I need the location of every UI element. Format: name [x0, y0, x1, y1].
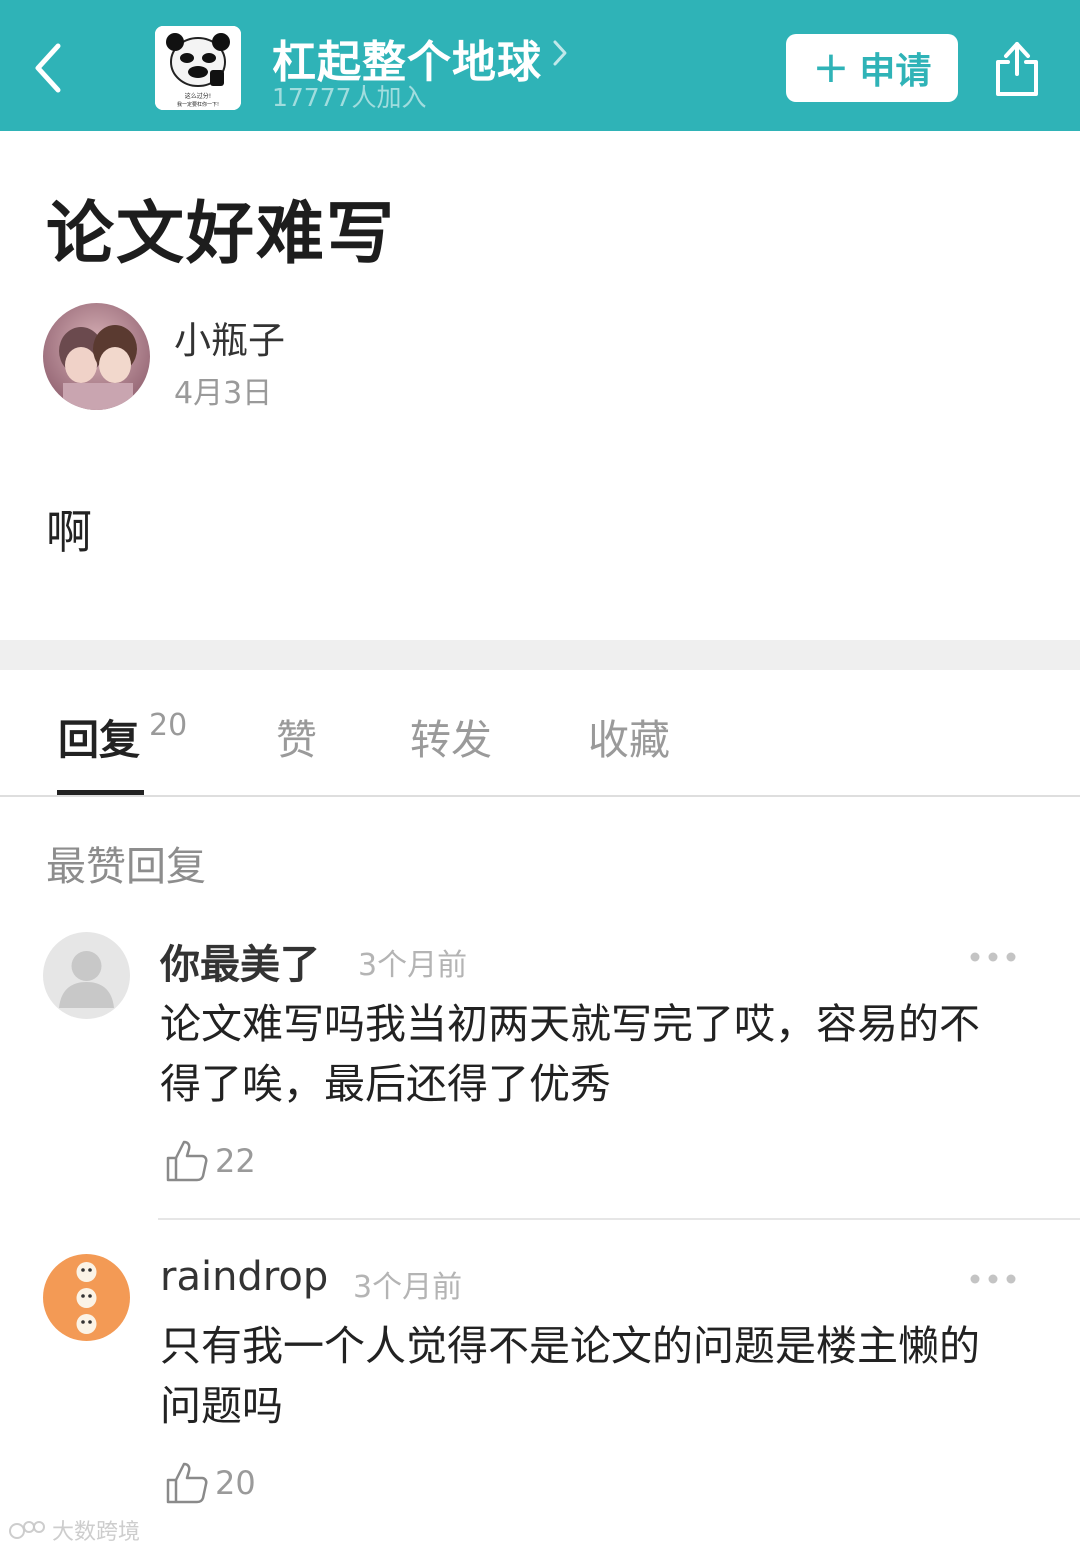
post-title: 论文好难写	[46, 195, 397, 274]
comment-text: 论文难写吗我当初两天就写完了哎，容易的不得了唉，最后还得了优秀	[160, 1000, 980, 1108]
svg-text:我一定要杠你一下!: 我一定要杠你一下!	[177, 101, 219, 108]
section-separator	[0, 640, 1080, 670]
comment-username[interactable]: raindrop	[160, 1254, 328, 1300]
comment-username[interactable]: 你最美了	[160, 932, 320, 990]
svg-text:这么过分!: 这么过分!	[185, 92, 211, 100]
author-avatar[interactable]	[43, 303, 150, 410]
share-icon[interactable]	[990, 34, 1044, 100]
reply-count-badge: 20	[149, 708, 188, 743]
tab-replies[interactable]: 回复	[58, 706, 140, 766]
more-dots-icon[interactable]	[968, 950, 1018, 964]
comment-divider	[158, 1218, 1080, 1220]
more-dots-icon[interactable]	[968, 1272, 1018, 1286]
group-avatar[interactable]: 这么过分! 我一定要杠你一下!	[155, 26, 241, 110]
watermark: 大数跨境	[8, 1514, 140, 1546]
watermark-logo-icon	[9, 1521, 45, 1539]
like-count: 22	[215, 1142, 256, 1180]
apply-button-label: 申请	[859, 51, 932, 92]
chick-avatar-image	[43, 1254, 130, 1341]
thumbs-up-icon[interactable]	[164, 1138, 210, 1184]
tab-reposts[interactable]: 转发	[410, 706, 492, 766]
watermark-text: 大数跨境	[52, 1520, 141, 1545]
author-avatar-image	[43, 303, 150, 410]
comment-avatar[interactable]	[43, 932, 130, 1019]
thumbs-up-icon[interactable]	[164, 1460, 210, 1506]
top-bar: 这么过分! 我一定要杠你一下! 杠起整个地球 17777人加入 + 申请	[0, 0, 1080, 131]
comment-time: 3个月前	[358, 948, 468, 983]
post-body: 啊	[46, 505, 92, 559]
comment-text: 只有我一个人觉得不是论文的问题是楼主懒的问题吗	[160, 1322, 980, 1430]
top-replies-heading: 最赞回复	[46, 844, 206, 890]
tabs-divider	[0, 795, 1080, 797]
like-count: 20	[215, 1464, 256, 1502]
member-count: 17777人加入	[272, 83, 427, 112]
author-name[interactable]: 小瓶子	[174, 310, 285, 364]
comment-time: 3个月前	[353, 1270, 463, 1305]
comment-avatar[interactable]	[43, 1254, 130, 1341]
chevron-right-icon[interactable]	[550, 38, 570, 68]
default-user-icon	[43, 932, 130, 1019]
panda-meme-image: 这么过分! 我一定要杠你一下!	[155, 26, 241, 110]
tab-favorites[interactable]: 收藏	[588, 706, 670, 766]
plus-icon: +	[812, 42, 850, 93]
back-icon[interactable]	[30, 40, 70, 96]
tab-likes[interactable]: 赞	[276, 706, 317, 766]
post-date: 4月3日	[174, 376, 273, 411]
apply-button[interactable]: + 申请	[786, 34, 958, 102]
